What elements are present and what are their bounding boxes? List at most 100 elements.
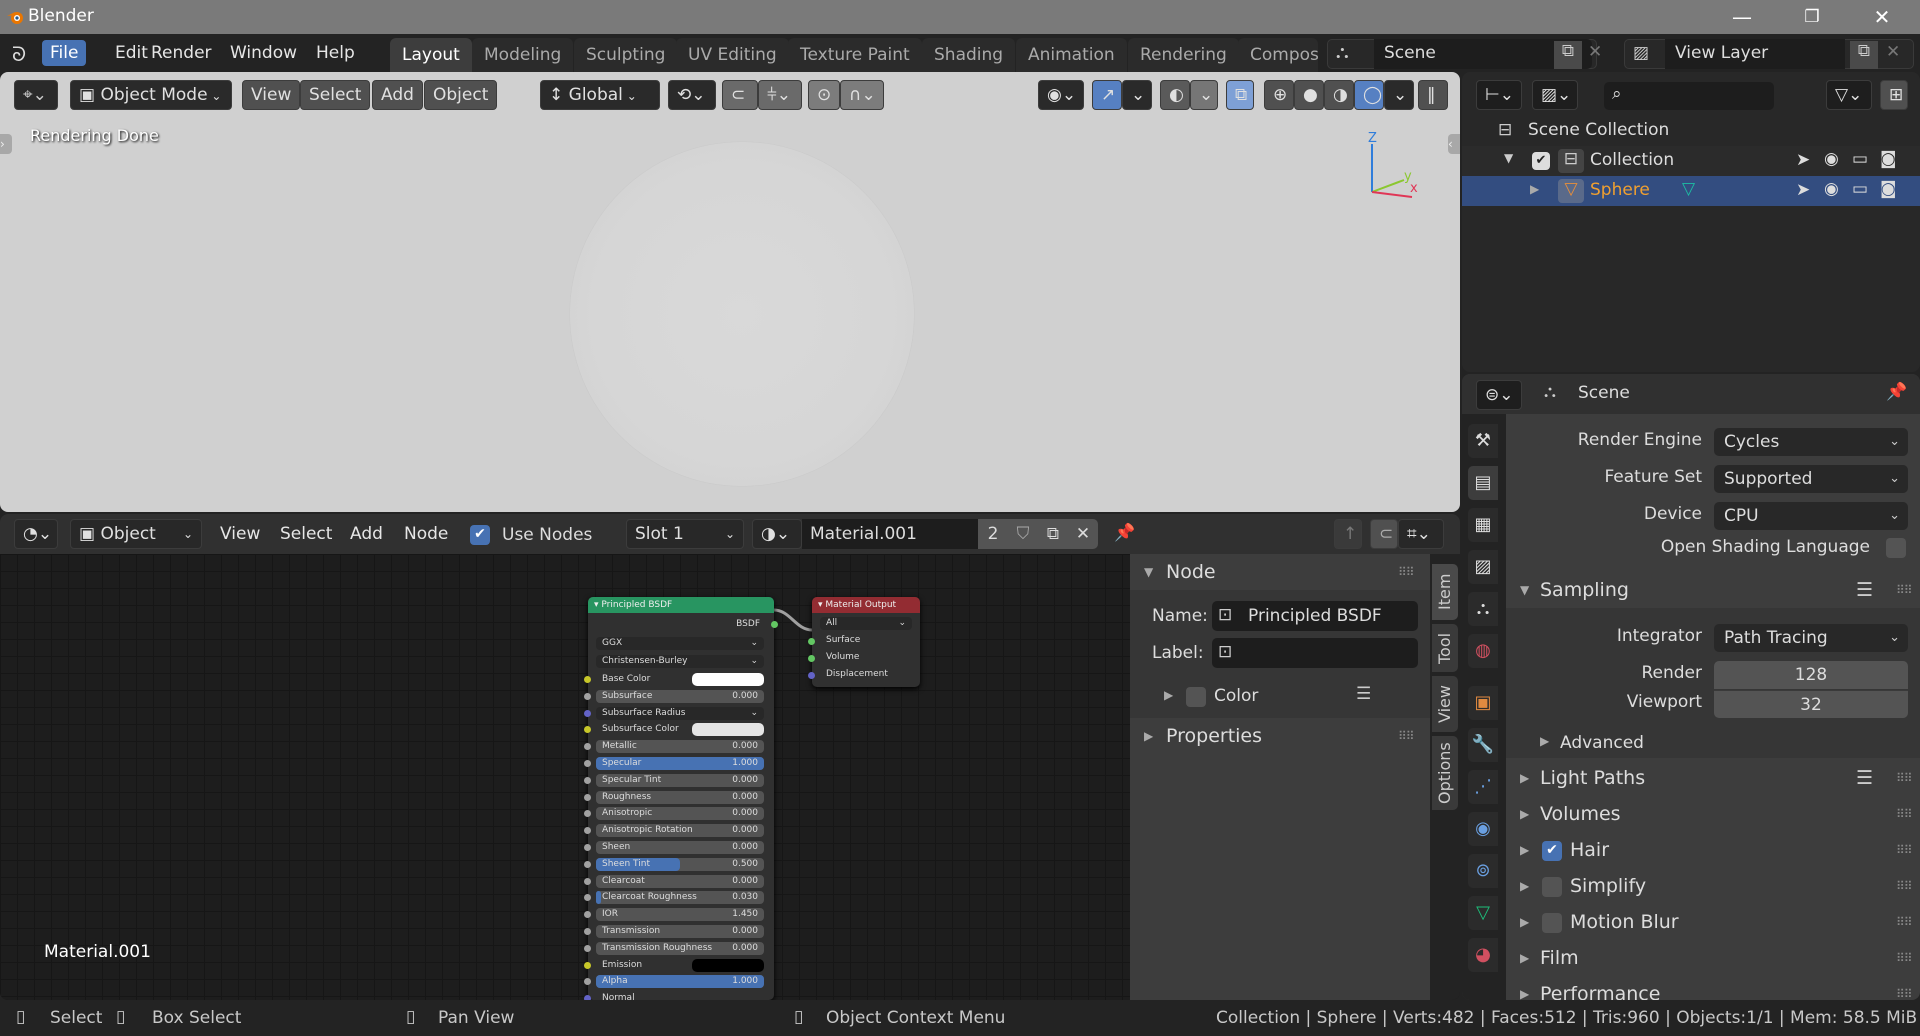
selectable-icon[interactable]: ➤ bbox=[1796, 180, 1810, 200]
material-tab-icon[interactable]: ◕ bbox=[1468, 938, 1498, 972]
tab-shading[interactable]: Shading bbox=[922, 38, 1016, 72]
delete-view-layer-icon[interactable]: ✕ bbox=[1886, 42, 1900, 62]
integrator-dropdown[interactable]: Path Tracing ⌄ bbox=[1714, 624, 1908, 652]
proportional-edit-icon[interactable]: ⊙ bbox=[808, 80, 840, 110]
tab-uv-editing[interactable]: UV Editing bbox=[676, 38, 789, 72]
monitor-icon[interactable]: ▭ bbox=[1852, 149, 1868, 169]
menu-window[interactable]: Window bbox=[222, 40, 305, 66]
principled-bsdf-node[interactable]: ▾ Principled BSDF BSDF GGX ⌄ Christensen-… bbox=[584, 597, 778, 1000]
monitor-icon[interactable]: ▭ bbox=[1852, 179, 1868, 199]
close-button[interactable]: ✕ bbox=[1862, 2, 1902, 32]
input-field[interactable]: Clearcoat Roughness 0.030 bbox=[596, 891, 764, 905]
panel-node[interactable]: ▼ Node ⠿⠿ bbox=[1130, 554, 1430, 590]
drag-handle-icon[interactable]: ⠿⠿ bbox=[1896, 868, 1913, 904]
selectable-icon[interactable]: ➤ bbox=[1796, 150, 1810, 170]
render-tab-icon[interactable]: ▤ bbox=[1468, 466, 1498, 500]
node-menu-select[interactable]: Select bbox=[272, 521, 340, 547]
pin-icon[interactable]: 📌 bbox=[1886, 382, 1907, 402]
tab-layout[interactable]: Layout bbox=[390, 38, 472, 72]
sidebar-expand-icon[interactable]: ‹ bbox=[1448, 134, 1460, 154]
distribution-dropdown[interactable]: GGX ⌄ bbox=[596, 637, 764, 650]
minimize-button[interactable]: — bbox=[1722, 2, 1762, 32]
collapse-arrow-icon[interactable]: ▼ bbox=[1504, 151, 1513, 165]
input-socket[interactable] bbox=[584, 877, 591, 885]
input-socket[interactable] bbox=[584, 844, 591, 851]
object-tab-icon[interactable]: ▣ bbox=[1468, 686, 1498, 720]
eye-icon[interactable]: ◉ bbox=[1824, 149, 1839, 169]
eye-icon[interactable]: ◉ bbox=[1824, 179, 1839, 199]
material-browse-icon[interactable]: ◑⌄ bbox=[752, 519, 802, 549]
particles-tab-icon[interactable]: ⋰ bbox=[1468, 770, 1498, 804]
node-header[interactable]: ▾ Principled BSDF bbox=[588, 597, 774, 613]
tab-texture-paint[interactable]: Texture Paint bbox=[788, 38, 922, 72]
panel-film[interactable]: ▶ Film ⠿⠿ bbox=[1506, 940, 1920, 976]
pivot-point-icon[interactable]: ⟲⌄ bbox=[668, 80, 716, 110]
input-socket[interactable] bbox=[584, 776, 591, 784]
filter-icon[interactable]: ▽⌄ bbox=[1826, 80, 1872, 110]
mode-dropdown[interactable]: ▣ Object Mode ⌄ bbox=[70, 80, 232, 110]
outliner-row-collection[interactable]: ▼ ✔ ⊟ Collection ➤ ◉ ▭ ◙ bbox=[1462, 146, 1920, 176]
snap-toggle-icon[interactable]: ⊂ bbox=[722, 80, 758, 110]
menu-render[interactable]: Render bbox=[143, 40, 220, 66]
input-socket[interactable] bbox=[584, 944, 591, 952]
color-swatch[interactable] bbox=[692, 673, 764, 686]
viewport-samples-field[interactable]: 32 bbox=[1714, 690, 1908, 718]
new-view-layer-icon[interactable]: ⧉ bbox=[1850, 41, 1878, 69]
tab-tool[interactable]: Tool bbox=[1432, 624, 1458, 672]
input-socket[interactable] bbox=[584, 709, 591, 717]
outliner-row-sphere[interactable]: ▶ ▽ Sphere ▽ ➤ ◉ ▭ ◙ bbox=[1462, 176, 1920, 206]
node-label-input[interactable]: ⊡ bbox=[1212, 638, 1418, 668]
view-layer-name[interactable]: View Layer bbox=[1675, 43, 1768, 63]
input-field[interactable]: Specular Tint 0.000 bbox=[596, 773, 764, 787]
input-field[interactable]: Transmission Roughness 0.000 bbox=[596, 941, 764, 955]
node-menu-add[interactable]: Add bbox=[342, 521, 391, 547]
node-header[interactable]: ▾ Material Output bbox=[812, 597, 920, 613]
panel-simplify[interactable]: ▶ Simplify ⠿⠿ bbox=[1506, 868, 1920, 904]
toolbar-expand-icon[interactable]: › bbox=[0, 134, 12, 154]
shader-type-dropdown[interactable]: ▣ Object ⌄ bbox=[70, 519, 202, 549]
3d-viewport[interactable]: ⌖⌄ ▣ Object Mode ⌄ View Select Add Objec… bbox=[0, 72, 1460, 512]
output-target-dropdown[interactable]: All ⌄ bbox=[820, 617, 912, 630]
color-swatch[interactable] bbox=[692, 723, 764, 737]
navigation-gizmo[interactable]: Z y x bbox=[1360, 122, 1420, 202]
drag-handle-icon[interactable]: ⠿⠿ bbox=[1896, 940, 1913, 976]
presets-list-icon[interactable]: ☰ bbox=[1856, 760, 1873, 796]
viewport-menu-view[interactable]: View bbox=[242, 80, 301, 110]
hair-checkbox[interactable]: ✔ bbox=[1542, 841, 1562, 861]
menu-help[interactable]: Help bbox=[308, 40, 363, 66]
tool-tab-icon[interactable]: ⚒ bbox=[1468, 424, 1498, 458]
tab-sculpting[interactable]: Sculpting bbox=[574, 38, 678, 72]
input-field[interactable]: Subsurface Radius ⌄ bbox=[596, 706, 764, 720]
panel-light-paths[interactable]: ▶ Light Paths ☰ ⠿⠿ bbox=[1506, 760, 1920, 796]
drag-handle-icon[interactable]: ⠿⠿ bbox=[1896, 796, 1913, 832]
camera-icon[interactable]: ◙ bbox=[1880, 149, 1897, 169]
new-collection-icon[interactable]: ⊞ bbox=[1880, 80, 1908, 110]
tab-animation[interactable]: Animation bbox=[1016, 38, 1127, 72]
unlink-material-icon[interactable]: ✕ bbox=[1068, 519, 1098, 549]
solid-shading-icon[interactable]: ● bbox=[1294, 80, 1324, 110]
outliner-display-mode-icon[interactable]: ⊢⌄ bbox=[1476, 80, 1522, 110]
input-field[interactable]: Anisotropic 0.000 bbox=[596, 807, 764, 821]
fake-user-icon[interactable]: ⛉ bbox=[1008, 519, 1038, 549]
panel-hair[interactable]: ▶ ✔ Hair ⠿⠿ bbox=[1506, 832, 1920, 868]
input-socket[interactable] bbox=[584, 928, 591, 935]
outliner-row-scene-collection[interactable]: ⊟ Scene Collection bbox=[1462, 116, 1920, 146]
drag-handle-icon[interactable]: ⠿⠿ bbox=[1896, 760, 1913, 796]
bsdf-output-socket[interactable] bbox=[771, 621, 778, 628]
feature-set-dropdown[interactable]: Supported ⌄ bbox=[1714, 465, 1908, 493]
color-swatch[interactable] bbox=[692, 958, 764, 972]
input-field[interactable]: Metallic 0.000 bbox=[596, 740, 764, 754]
properties-editor-type-icon[interactable]: ⊜⌄ bbox=[1476, 380, 1522, 410]
drag-handle-icon[interactable]: ⠿⠿ bbox=[1398, 718, 1415, 754]
input-socket[interactable] bbox=[584, 692, 591, 700]
xray-toggle-icon[interactable]: ⧉ bbox=[1226, 80, 1254, 110]
expand-arrow-icon[interactable]: ▶ bbox=[1530, 182, 1539, 196]
gizmo-dropdown-icon[interactable]: ⌄ bbox=[1122, 80, 1152, 110]
input-field[interactable]: Sheen Tint 0.500 bbox=[596, 857, 764, 871]
input-socket[interactable] bbox=[584, 860, 591, 868]
input-socket[interactable] bbox=[584, 810, 591, 818]
outliner-search-input[interactable]: ⌕ bbox=[1604, 82, 1774, 110]
tab-view[interactable]: View bbox=[1432, 676, 1458, 732]
drag-handle-icon[interactable]: ⠿⠿ bbox=[1896, 832, 1913, 868]
visibility-icon[interactable]: ◉⌄ bbox=[1038, 80, 1084, 110]
